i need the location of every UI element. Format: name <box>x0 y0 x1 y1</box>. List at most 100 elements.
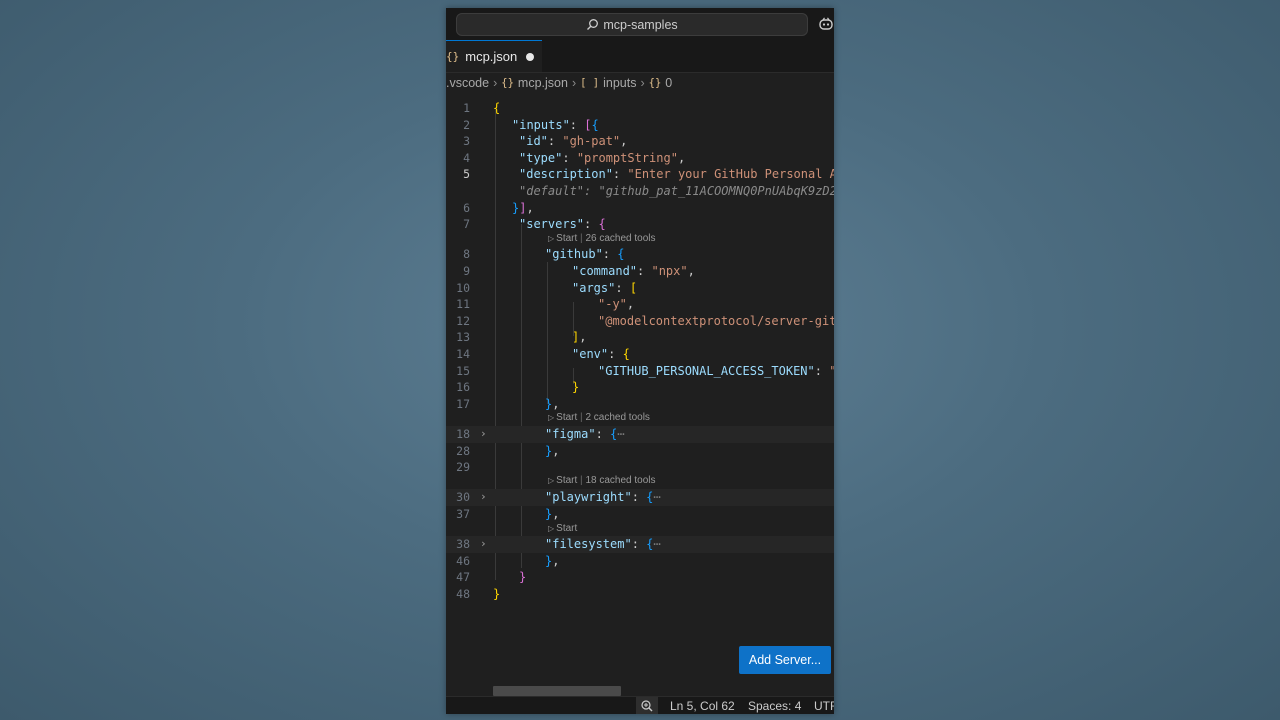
code-line[interactable]: 8 "github": { <box>446 246 834 263</box>
code-line[interactable]: 4 "type": "promptString", <box>446 150 834 167</box>
code-text: "@modelcontextprotocol/server-github" <box>598 313 834 328</box>
tab-bar: {} mcp.json <box>446 40 834 73</box>
code-text: }, <box>545 507 560 521</box>
object-icon: {} <box>648 77 662 89</box>
breadcrumb-item-inputs[interactable]: inputs <box>603 76 636 90</box>
line-number: 3 <box>463 134 470 149</box>
zoom-icon[interactable] <box>636 697 658 714</box>
line-number: 8 <box>463 247 470 262</box>
indentation[interactable]: Spaces: 4 <box>748 699 801 713</box>
line-number: 5 <box>463 167 470 182</box>
code-text: "github": { <box>545 247 625 262</box>
code-line[interactable]: 28}, <box>446 443 834 460</box>
code-line[interactable]: 15 "GITHUB_PERSONAL_ACCESS_TOKEN": "gi <box>446 363 834 380</box>
line-number: 9 <box>463 264 470 278</box>
code-line[interactable]: 14 "env": { <box>446 346 834 363</box>
code-editor[interactable]: 1{2 "inputs": [{3 "id": "gh-pat", 4 "type": … <box>446 94 834 690</box>
line-number: 15 <box>456 363 470 378</box>
code-lens-start[interactable]: ▷ Start | 26 cached tools <box>548 232 656 246</box>
breadcrumb: .vscode › {} mcp.json › [ ] inputs › {} … <box>446 72 834 94</box>
code-lens-start[interactable]: ▷ Start | 18 cached tools <box>548 474 656 488</box>
breadcrumb-item-mcp-json[interactable]: mcp.json <box>518 76 568 90</box>
array-icon: [ ] <box>580 77 600 89</box>
code-line[interactable]: 2 "inputs": [{ <box>446 117 834 134</box>
code-text: "env": { <box>572 347 630 361</box>
code-line[interactable]: 12 "@modelcontextprotocol/server-github" <box>446 313 834 330</box>
line-number: 37 <box>456 507 470 521</box>
add-server-button[interactable]: Add Server... <box>739 646 831 674</box>
line-number: 46 <box>456 553 470 568</box>
code-text: { <box>493 101 501 115</box>
code-text: "GITHUB_PERSONAL_ACCESS_TOKEN": "gi <box>598 363 834 378</box>
code-text: }, <box>545 553 560 568</box>
code-line-folded[interactable]: 38 › "filesystem": {⋯ <box>446 536 834 553</box>
command-center-label: mcp-samples <box>603 17 678 32</box>
code-line[interactable]: 11 "-y", <box>446 296 834 313</box>
code-lens-start[interactable]: ▷ Start <box>548 522 577 536</box>
title-bar: mcp-samples <box>446 8 834 40</box>
code-line[interactable]: "default": "github_pat_11ACOOMNQ0PnUAbqK… <box>446 183 834 200</box>
code-text: "type": "promptString", <box>519 150 686 165</box>
breadcrumb-item-vscode[interactable]: .vscode <box>446 76 489 90</box>
code-line[interactable]: 16} <box>446 379 834 396</box>
chevron-right-icon: › <box>493 76 498 90</box>
line-number: 12 <box>456 313 470 328</box>
line-number: 16 <box>456 380 470 395</box>
line-number: 10 <box>456 280 470 295</box>
code-text: } <box>519 570 527 585</box>
code-line[interactable]: 3 "id": "gh-pat", <box>446 133 834 150</box>
unsaved-dot-icon[interactable] <box>526 53 534 61</box>
code-line[interactable]: 10 "args": [ <box>446 280 834 297</box>
horizontal-scrollbar[interactable] <box>493 686 621 696</box>
code-text: }, <box>545 396 560 411</box>
line-number: 48 <box>456 587 470 601</box>
search-icon <box>587 19 599 30</box>
code-text: "-y", <box>598 297 635 312</box>
code-text: "figma": {⋯ <box>545 427 625 441</box>
code-line[interactable]: 46}, <box>446 553 834 570</box>
cursor-position[interactable]: Ln 5, Col 62 <box>670 699 735 713</box>
play-icon: ▷ <box>548 476 555 485</box>
code-line[interactable]: 1{ <box>446 100 834 117</box>
code-lens-start[interactable]: ▷ Start | 2 cached tools <box>548 411 650 425</box>
code-text: "inputs": [{ <box>512 117 599 132</box>
line-number: 30 <box>456 490 470 505</box>
code-text: "description": "Enter your GitHub Person… <box>519 167 834 182</box>
code-text: ], <box>572 330 587 345</box>
code-line-folded[interactable]: 18 › "figma": {⋯ <box>446 426 834 443</box>
fold-chevron-icon[interactable]: › <box>480 536 490 553</box>
fold-chevron-icon[interactable]: › <box>480 489 490 506</box>
code-line[interactable]: 17}, <box>446 396 834 413</box>
code-line[interactable]: 9 "command": "npx", <box>446 263 834 280</box>
code-line-folded[interactable]: 30 › "playwright": {⋯ <box>446 489 834 506</box>
code-text: "servers": { <box>519 217 606 232</box>
code-line[interactable]: 48} <box>446 586 834 603</box>
line-number: 29 <box>456 460 470 475</box>
line-number: 18 <box>456 427 470 441</box>
code-text: "default": "github_pat_11ACOOMNQ0PnUAbqK… <box>519 184 834 198</box>
copilot-icon[interactable] <box>818 16 834 32</box>
code-line[interactable]: 47} <box>446 569 834 586</box>
fold-chevron-icon[interactable]: › <box>480 426 490 443</box>
code-text: } <box>572 380 580 395</box>
code-line[interactable]: 7 "servers": { <box>446 216 834 233</box>
tab-mcp-json[interactable]: {} mcp.json <box>446 40 542 72</box>
encoding[interactable]: UTF <box>814 699 834 713</box>
breadcrumb-item-0[interactable]: 0 <box>665 76 672 90</box>
json-file-icon: {} <box>446 50 460 63</box>
code-text: "command": "npx", <box>572 264 695 278</box>
code-line[interactable]: 37}, <box>446 506 834 523</box>
line-number: 6 <box>463 200 470 215</box>
code-line[interactable]: 13], <box>446 329 834 346</box>
line-number: 13 <box>456 330 470 345</box>
play-icon: ▷ <box>548 413 555 422</box>
command-center-search[interactable]: mcp-samples <box>456 13 808 36</box>
line-number: 47 <box>456 570 470 585</box>
json-file-icon: {} <box>501 77 514 89</box>
code-line[interactable]: 5 "description": "Enter your GitHub Perso… <box>446 166 834 183</box>
line-number: 7 <box>463 217 470 232</box>
editor-window: mcp-samples {} mcp.json .vscode › {} mcp… <box>446 8 834 714</box>
line-number: 38 <box>456 537 470 552</box>
code-line[interactable]: 6}], <box>446 200 834 217</box>
line-number: 4 <box>463 150 470 165</box>
